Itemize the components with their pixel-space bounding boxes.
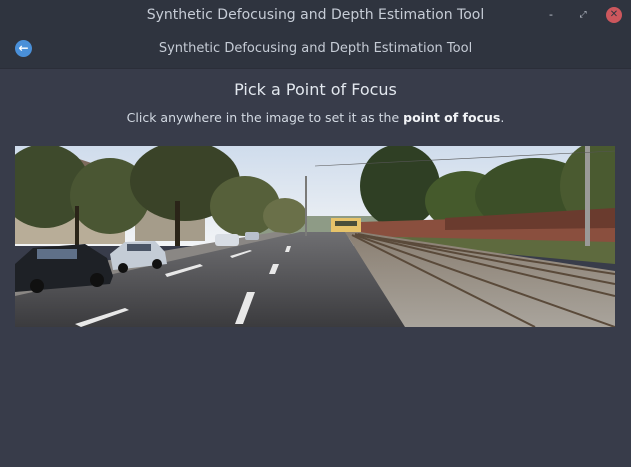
close-button[interactable]: ✕ <box>606 7 622 23</box>
window-titlebar: Synthetic Defocusing and Depth Estimatio… <box>0 0 631 30</box>
instruction-prefix: Click anywhere in the image to set it as… <box>126 110 404 125</box>
header-bar: ← Synthetic Defocusing and Depth Estimat… <box>0 30 631 69</box>
page-heading: Pick a Point of Focus <box>234 80 397 99</box>
minimize-button[interactable]: - <box>543 7 559 23</box>
maximize-button[interactable]: ⤢ <box>575 7 591 23</box>
header-title: Synthetic Defocusing and Depth Estimatio… <box>158 41 473 56</box>
focus-image[interactable] <box>15 146 615 327</box>
instruction-text: Click anywhere in the image to set it as… <box>0 110 631 125</box>
window-title: Synthetic Defocusing and Depth Estimatio… <box>146 7 485 23</box>
instruction-suffix: . <box>500 110 505 125</box>
instruction-emphasis: point of focus <box>403 110 501 125</box>
